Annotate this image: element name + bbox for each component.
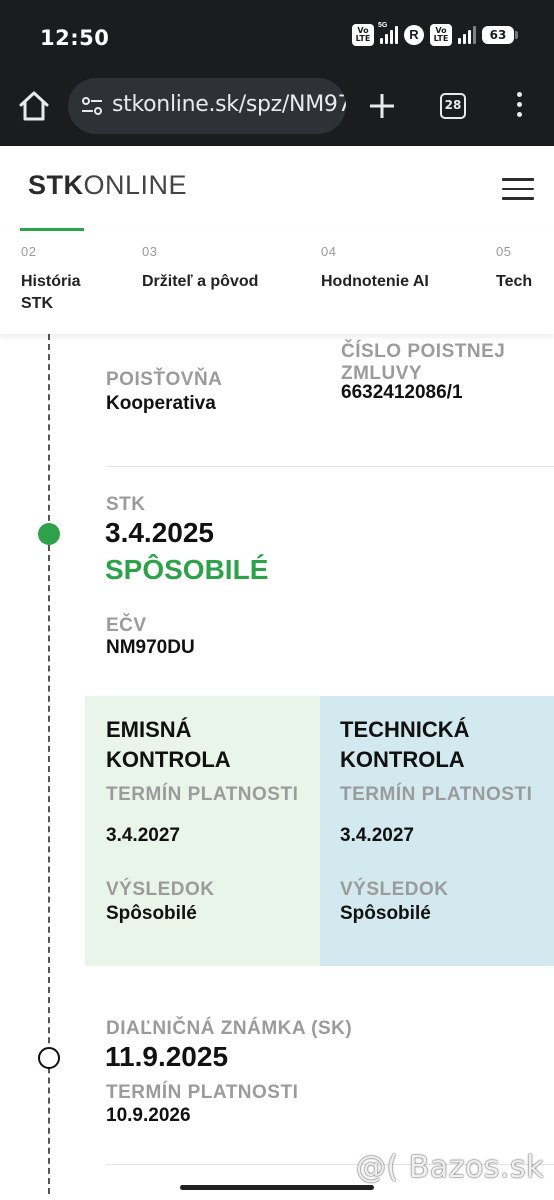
tab-tech[interactable]: 05 Tech (496, 244, 532, 293)
technical-check-panel: TECHNICKÁ KONTROLA TERMÍN PLATNOSTI 3.4.… (320, 696, 554, 966)
ecv-value: NM970DU (106, 637, 195, 658)
roaming-icon: R (404, 25, 424, 45)
timeline-dot-stk (38, 523, 60, 545)
emission-check-panel: EMISNÁ KONTROLA TERMÍN PLATNOSTI 3.4.202… (85, 696, 320, 966)
signal-icon (458, 26, 476, 44)
ecv-label: EČV (106, 615, 147, 636)
home-icon[interactable] (16, 88, 52, 124)
site-header: STKONLINE (0, 146, 554, 228)
technical-validity-value: 3.4.2027 (340, 825, 414, 846)
address-bar[interactable]: stkonline.sk/spz/NM97 (68, 78, 346, 134)
clock: 12:50 (40, 26, 110, 50)
insurer-value: Kooperativa (106, 393, 216, 414)
policy-number-value: 6632412086/1 (341, 382, 463, 403)
signal-5g-icon: 5G (378, 22, 398, 44)
status-bar: 12:50 Vo LTE 5G R Vo LTE 63 (0, 0, 554, 70)
tab-hodnotenie-ai[interactable]: 04 Hodnotenie AI (321, 244, 429, 293)
timeline-dot-vignette (38, 1047, 60, 1069)
stk-status: SPÔSOBILÉ (105, 554, 269, 585)
emission-result-label: VÝSLEDOK (106, 879, 215, 900)
policy-number-label: ČÍSLO POISTNEJ ZMLUVY (341, 341, 506, 384)
tab-historia-stk[interactable]: 02 História STK (21, 244, 121, 315)
technical-validity-label: TERMÍN PLATNOSTI (340, 784, 533, 805)
technical-title: TECHNICKÁ KONTROLA (340, 717, 470, 772)
battery-icon: 63 (482, 26, 518, 44)
status-icons: Vo LTE 5G R Vo LTE 63 (352, 22, 518, 46)
timeline-content: POISŤOVŇA Kooperativa ČÍSLO POISTNEJ ZML… (0, 334, 554, 1200)
tab-drzitel-a-povod[interactable]: 03 Držiteľ a pôvod (142, 244, 258, 293)
technical-result-label: VÝSLEDOK (340, 879, 449, 900)
insurer-label: POISŤOVŇA (106, 369, 223, 390)
vignette-date: 11.9.2025 (105, 1041, 229, 1072)
emission-validity-label: TERMÍN PLATNOSTI (106, 784, 299, 805)
active-tab-indicator (20, 228, 84, 231)
emission-result-value: Spôsobilé (106, 903, 197, 924)
site-settings-icon[interactable] (80, 96, 104, 116)
emission-validity-value: 3.4.2027 (106, 825, 180, 846)
stk-label: STK (106, 494, 146, 515)
network-type-label: 5G (378, 22, 388, 29)
vignette-validity-value: 10.9.2026 (106, 1105, 191, 1126)
tabs-icon[interactable]: 28 (440, 93, 466, 119)
more-icon[interactable] (511, 92, 527, 122)
url-text[interactable]: stkonline.sk/spz/NM97 (112, 92, 346, 117)
plus-icon[interactable] (368, 92, 396, 120)
gesture-bar[interactable] (180, 1185, 374, 1190)
volte-icon-2: Vo LTE (430, 24, 452, 46)
volte-icon: Vo LTE (352, 24, 374, 46)
bazos-watermark: @( Bazos.sk (356, 1150, 544, 1185)
hamburger-menu-icon[interactable] (502, 178, 534, 200)
site-logo[interactable]: STKONLINE (28, 170, 187, 201)
vignette-validity-label: TERMÍN PLATNOSTI (106, 1082, 299, 1103)
technical-result-value: Spôsobilé (340, 903, 431, 924)
vignette-label: DIAĽNIČNÁ ZNÁMKA (SK) (106, 1018, 353, 1039)
stk-date: 3.4.2025 (105, 517, 214, 548)
section-tabs: 02 História STK 03 Držiteľ a pôvod 04 Ho… (0, 228, 554, 334)
emission-title: EMISNÁ KONTROLA (106, 717, 231, 772)
divider (106, 466, 554, 467)
browser-toolbar: stkonline.sk/spz/NM97 28 (0, 70, 554, 146)
